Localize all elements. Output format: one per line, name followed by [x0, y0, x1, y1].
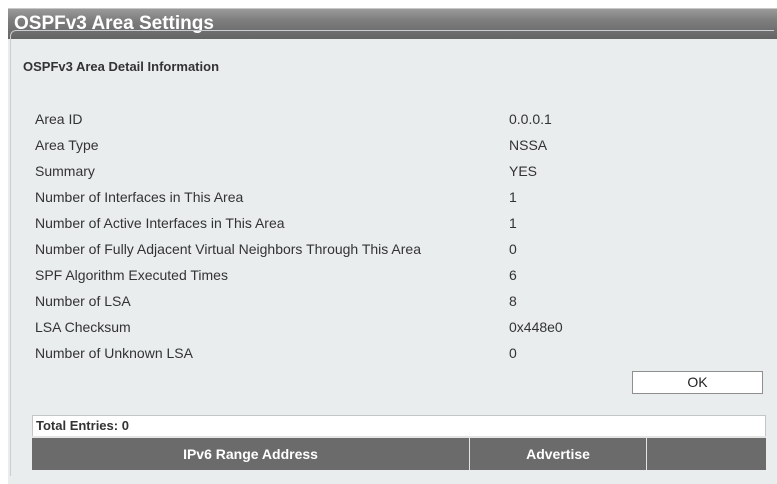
info-value: 8 — [509, 293, 517, 309]
info-value: NSSA — [509, 137, 548, 153]
ok-button[interactable]: OK — [632, 371, 763, 394]
info-label: Area Type — [35, 137, 99, 153]
info-value: 1 — [509, 215, 517, 231]
info-value: YES — [509, 163, 538, 179]
table-header: IPv6 Range Address Advertise — [32, 436, 766, 470]
info-value: 6 — [509, 267, 517, 283]
fieldset-legend: OSPFv3 Area Detail Information — [20, 59, 225, 74]
info-row-area-id: Area ID 0.0.0.1 — [35, 111, 755, 129]
info-label: Number of LSA — [35, 293, 131, 309]
info-value: 0x448e0 — [509, 319, 563, 335]
info-label: Area ID — [35, 111, 83, 127]
info-row-lsa-count: Number of LSA 8 — [35, 293, 755, 311]
info-value: 0 — [509, 345, 517, 361]
page: OSPFv3 Area Settings OSPFv3 Area Detail … — [0, 0, 777, 484]
info-label: Number of Unknown LSA — [35, 345, 193, 361]
info-row-interfaces: Number of Interfaces in This Area 1 — [35, 189, 755, 207]
info-label: Number of Interfaces in This Area — [35, 189, 244, 205]
info-label: Number of Fully Adjacent Virtual Neighbo… — [35, 241, 421, 257]
total-entries: Total Entries: 0 — [32, 415, 766, 436]
info-value: 0.0.0.1 — [509, 111, 552, 127]
info-label: Number of Active Interfaces in This Area — [35, 215, 285, 231]
info-value: 1 — [509, 189, 517, 205]
info-row-lsa-checksum: LSA Checksum 0x448e0 — [35, 319, 755, 337]
info-row-spf-executed: SPF Algorithm Executed Times 6 — [35, 267, 755, 285]
info-row-area-type: Area Type NSSA — [35, 137, 755, 155]
info-row-virtual-neighbors: Number of Fully Adjacent Virtual Neighbo… — [35, 241, 755, 259]
info-label: SPF Algorithm Executed Times — [35, 267, 228, 283]
info-value: 0 — [509, 241, 517, 257]
info-label: LSA Checksum — [35, 319, 131, 335]
column-header-advertise: Advertise — [470, 438, 647, 470]
info-row-summary: Summary YES — [35, 163, 755, 181]
info-row-unknown-lsa: Number of Unknown LSA 0 — [35, 345, 755, 363]
info-label: Summary — [35, 163, 95, 179]
column-header-blank — [647, 438, 766, 470]
info-row-active-interfaces: Number of Active Interfaces in This Area… — [35, 215, 755, 233]
column-header-ipv6-range-address: IPv6 Range Address — [32, 438, 470, 470]
